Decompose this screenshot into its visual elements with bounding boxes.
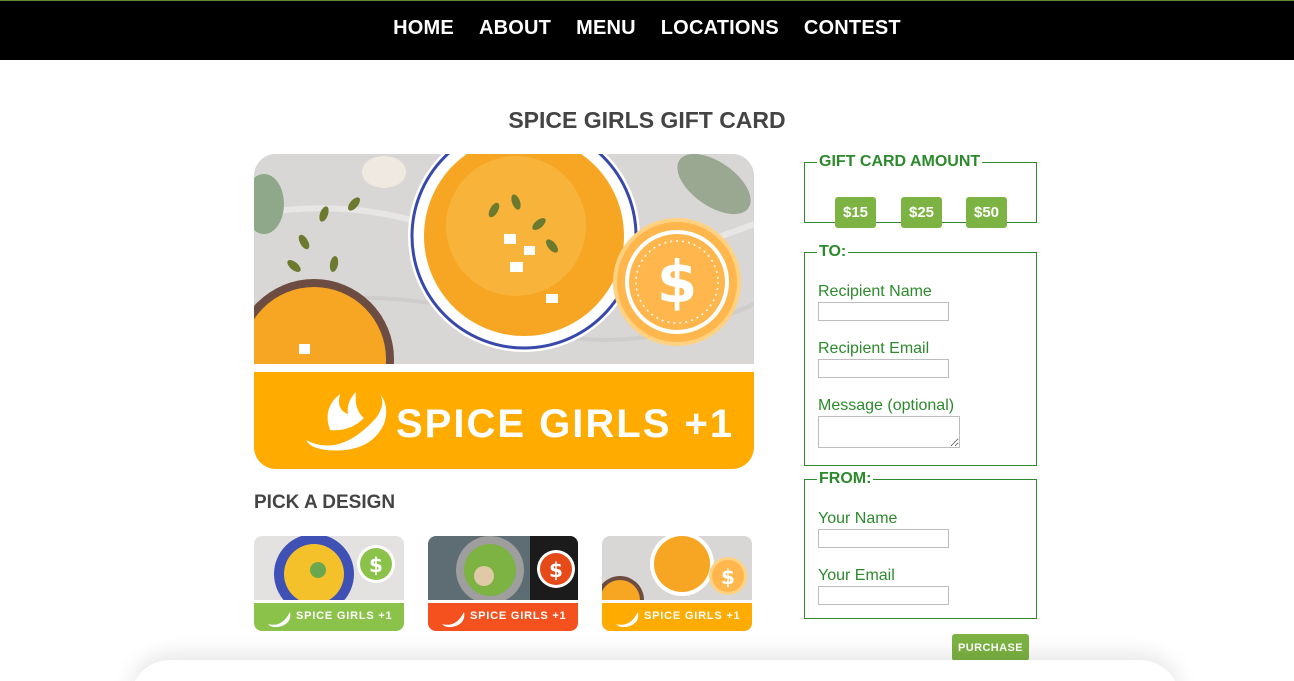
from-fieldset: FROM: Your Name Your Email xyxy=(804,470,1037,619)
nav-locations-link[interactable]: LOCATIONS xyxy=(661,17,779,40)
recipient-name-input[interactable] xyxy=(818,302,949,321)
purchase-button[interactable]: PURCHASE xyxy=(952,634,1029,661)
your-email-input[interactable] xyxy=(818,586,949,605)
message-textarea[interactable] xyxy=(818,416,960,448)
design-red-dollar-icon: $ xyxy=(549,558,563,582)
page-title: SPICE GIRLS GIFT CARD xyxy=(508,107,786,133)
from-legend: FROM: xyxy=(819,470,872,487)
recipient-email-input[interactable] xyxy=(818,359,949,378)
hero-coin-dollar-icon: $ xyxy=(657,248,697,316)
footer-panel xyxy=(130,660,1180,681)
amount-15-button[interactable]: $15 xyxy=(835,197,876,228)
nav-links: HOME ABOUT MENU LOCATIONS CONTEST xyxy=(0,17,1294,40)
chili-logo-icon xyxy=(306,392,387,451)
your-name-input[interactable] xyxy=(818,529,949,548)
amount-25-button[interactable]: $25 xyxy=(901,197,942,228)
design-option-red[interactable]: $ SPICE GIRLS +1 xyxy=(428,536,578,631)
nav-menu-link[interactable]: MENU xyxy=(576,17,636,40)
amount-50-button[interactable]: $50 xyxy=(966,197,1007,228)
to-legend: TO: xyxy=(819,243,847,260)
design-green-label: SPICE GIRLS +1 xyxy=(296,610,393,622)
recipient-name-label: Recipient Name xyxy=(818,283,932,300)
design-option-green[interactable]: $ SPICE GIRLS +1 xyxy=(254,536,404,631)
your-email-label: Your Email xyxy=(818,567,895,584)
to-fieldset: TO: Recipient Name Recipient Email Messa… xyxy=(804,243,1037,466)
amount-fieldset: GIFT CARD AMOUNT $15 $25 $50 xyxy=(804,153,1037,228)
nav-home-link[interactable]: HOME xyxy=(393,17,454,40)
nav-about-link[interactable]: ABOUT xyxy=(479,17,551,40)
design-orange-dollar-icon: $ xyxy=(721,565,735,589)
message-label: Message (optional) xyxy=(818,397,955,414)
gift-card-preview: $ SPICE GIRLS +1 xyxy=(254,154,754,469)
pick-design-heading: PICK A DESIGN xyxy=(254,492,396,513)
design-orange-label: SPICE GIRLS +1 xyxy=(644,610,741,622)
amount-legend: GIFT CARD AMOUNT xyxy=(819,153,981,170)
design-green-dollar-icon: $ xyxy=(369,553,383,577)
design-red-label: SPICE GIRLS +1 xyxy=(470,610,567,622)
nav-contest-link[interactable]: CONTEST xyxy=(804,17,901,40)
recipient-email-label: Recipient Email xyxy=(818,340,930,357)
your-name-label: Your Name xyxy=(818,510,898,527)
soup-photo: $ xyxy=(254,154,754,364)
design-option-orange[interactable]: $ SPICE GIRLS +1 xyxy=(602,536,752,631)
top-navbar: HOME ABOUT MENU LOCATIONS CONTEST xyxy=(0,0,1294,60)
brand-logo-text: SPICE GIRLS +1 xyxy=(396,402,735,446)
